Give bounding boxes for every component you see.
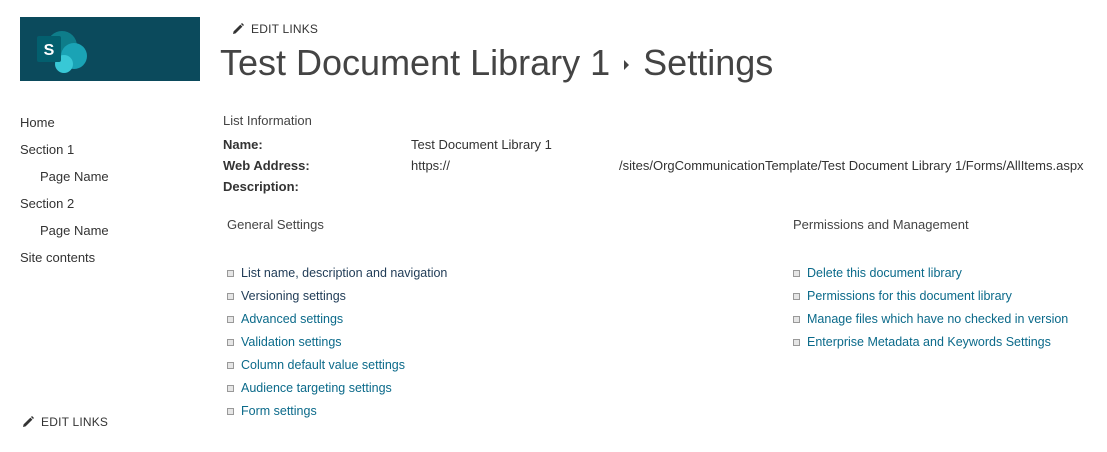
general-settings-list: List name, description and navigation Ve… — [227, 262, 447, 423]
form-settings-link[interactable]: Form settings — [241, 403, 317, 420]
list-name-description-link[interactable]: List name, description and navigation — [241, 265, 447, 282]
audience-targeting-settings-link[interactable]: Audience targeting settings — [241, 380, 392, 397]
bullet-icon — [227, 339, 234, 346]
list-item: Enterprise Metadata and Keywords Setting… — [793, 331, 1068, 354]
bullet-icon — [227, 293, 234, 300]
description-label: Description: — [223, 179, 299, 194]
validation-settings-link[interactable]: Validation settings — [241, 334, 342, 351]
list-information-heading: List Information — [223, 113, 312, 128]
page-title-library[interactable]: Test Document Library 1 — [220, 42, 610, 84]
enterprise-metadata-keywords-link[interactable]: Enterprise Metadata and Keywords Setting… — [807, 334, 1051, 351]
name-value: Test Document Library 1 — [411, 137, 552, 152]
sharepoint-logo-icon: S — [37, 31, 87, 73]
manage-unchecked-files-link[interactable]: Manage files which have no checked in ve… — [807, 311, 1068, 328]
nav-item-page-name-2[interactable]: Page Name — [20, 221, 109, 248]
web-address-path: /sites/OrgCommunicationTemplate/Test Doc… — [619, 158, 1084, 173]
nav-item-section-1[interactable]: Section 1 — [20, 140, 109, 167]
bullet-icon — [793, 339, 800, 346]
nav-item-section-2[interactable]: Section 2 — [20, 194, 109, 221]
bullet-icon — [227, 385, 234, 392]
page-title-settings: Settings — [643, 42, 774, 83]
bullet-icon — [793, 270, 800, 277]
nav-item-site-contents[interactable]: Site contents — [20, 248, 109, 275]
logo-letter: S — [44, 42, 55, 59]
permissions-management-list: Delete this document library Permissions… — [793, 262, 1068, 354]
edit-links-label: EDIT LINKS — [251, 22, 319, 36]
page-title: Test Document Library 1 Settings — [220, 42, 773, 84]
list-item: Advanced settings — [227, 308, 447, 331]
bullet-icon — [793, 316, 800, 323]
advanced-settings-link[interactable]: Advanced settings — [241, 311, 343, 328]
site-logo[interactable]: S — [20, 17, 200, 81]
list-item: List name, description and navigation — [227, 262, 447, 285]
permissions-document-library-link[interactable]: Permissions for this document library — [807, 288, 1012, 305]
breadcrumb-separator-icon — [624, 60, 630, 70]
bullet-icon — [227, 408, 234, 415]
web-address-label: Web Address: — [223, 158, 310, 173]
versioning-settings-link[interactable]: Versioning settings — [241, 288, 346, 305]
edit-links-bottom[interactable]: EDIT LINKS — [22, 415, 108, 429]
list-item: Versioning settings — [227, 285, 447, 308]
delete-document-library-link[interactable]: Delete this document library — [807, 265, 962, 282]
bullet-icon — [227, 316, 234, 323]
list-item: Validation settings — [227, 331, 447, 354]
bullet-icon — [227, 362, 234, 369]
column-default-value-settings-link[interactable]: Column default value settings — [241, 357, 405, 374]
edit-links-label: EDIT LINKS — [41, 415, 109, 429]
bullet-icon — [793, 293, 800, 300]
bullet-icon — [227, 270, 234, 277]
list-item: Audience targeting settings — [227, 377, 447, 400]
general-settings-heading: General Settings — [227, 217, 324, 232]
list-item: Form settings — [227, 400, 447, 423]
list-item: Delete this document library — [793, 262, 1068, 285]
edit-links-top[interactable]: EDIT LINKS — [232, 22, 318, 36]
web-address-prefix: https:// — [411, 158, 451, 173]
list-item: Manage files which have no checked in ve… — [793, 308, 1068, 331]
left-navigation: Home Section 1 Page Name Section 2 Page … — [20, 113, 109, 275]
nav-item-page-name-1[interactable]: Page Name — [20, 167, 109, 194]
permissions-management-heading: Permissions and Management — [793, 217, 969, 232]
list-item: Column default value settings — [227, 354, 447, 377]
nav-item-home[interactable]: Home — [20, 113, 109, 140]
pencil-icon — [233, 23, 244, 34]
name-label: Name: — [223, 137, 263, 152]
list-item: Permissions for this document library — [793, 285, 1068, 308]
pencil-icon — [23, 416, 34, 427]
